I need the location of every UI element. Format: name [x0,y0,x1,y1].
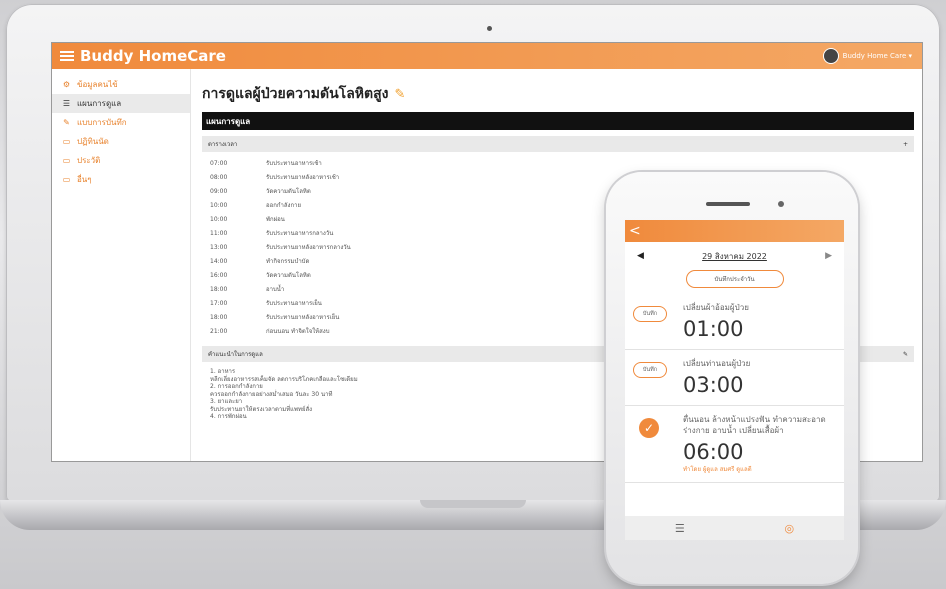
sidebar-item-label: อื่นๆ [77,175,92,184]
schedule-task: พักผ่อน [266,216,285,223]
schedule-time: 11:00 [210,229,228,237]
hamburger-menu-icon[interactable] [60,51,74,61]
clock-nav-icon[interactable]: ◎ [785,522,795,535]
task-time: 06:00 [683,440,744,464]
schedule-task: ก่อนนอน ทำจิตใจให้สงบ [266,328,330,335]
calendar-icon: ▭ [62,137,71,146]
notes-heading-label: คำแนะนำในการดูแล [208,351,263,358]
laptop-camera [487,26,492,31]
sidebar-item-label: ประวัติ [77,156,101,165]
list-icon: ☰ [62,99,71,108]
current-date[interactable]: 29 สิงหาคม 2022 [702,250,767,263]
schedule-task: อาบน้ำ [266,286,285,293]
schedule-time: 07:00 [210,159,228,167]
schedule-task: รับประทานยาหลังอาหารเช้า [266,174,340,181]
check-icon: ✓ [639,418,659,438]
schedule-task: รับประทานยาหลังอาหารเย็น [266,314,340,321]
schedule-task: วัดความดันโลหิต [266,272,311,279]
schedule-task: รับประทานอาหารเย็น [266,300,322,307]
gear-icon: ⚙ [62,80,71,89]
back-icon[interactable]: < [629,223,641,239]
phone-camera [778,201,784,207]
phone-screen: < ◀ 29 สิงหาคม 2022 ▶ บันทึกประจำวัน บัน… [625,220,844,540]
history-icon: ▭ [62,156,71,165]
edit-notes-icon[interactable]: ✎ [903,351,908,358]
bottom-nav: ☰ ◎ [625,516,844,540]
schedule-time: 10:00 [210,201,228,209]
schedule-time: 21:00 [210,327,228,335]
record-task-button[interactable]: บันทึก [633,306,667,322]
sidebar-item-label: ข้อมูลคนไข้ [77,80,118,89]
sidebar-item[interactable]: ⚙ ข้อมูลคนไข้ [52,75,190,94]
task-card[interactable]: บันทึก เปลี่ยนผ้าอ้อมผู้ป่วย 01:00 [625,294,844,350]
task-title: เปลี่ยนผ้าอ้อมผู้ป่วย [683,303,749,312]
schedule-time: 17:00 [210,299,228,307]
schedule-time: 10:00 [210,215,228,223]
sidebar-item[interactable]: ▭ ปฏิทินนัด [52,132,190,151]
task-time: 01:00 [683,317,744,341]
schedule-task: รับประทานยาหลังอาหารกลางวัน [266,244,351,251]
sidebar: ⚙ ข้อมูลคนไข้ ☰ แผนการดูแล ✎ แบบการบันทึก ▭ ปฏิ… [52,69,191,461]
schedule-time: 14:00 [210,257,228,265]
more-icon: ▭ [62,175,71,184]
avatar [822,48,839,64]
schedule-time: 09:00 [210,187,228,195]
sidebar-item-label: ปฏิทินนัด [77,137,109,146]
schedule-task: วัดความดันโลหิต [266,188,311,195]
sidebar-item-label: แผนการดูแล [77,99,122,108]
section-bar: แผนการดูแล [202,112,914,130]
task-card[interactable]: ✓ ตื่นนอน ล้างหน้าแปรงฟัน ทำความสะอาดร่าง… [625,406,844,483]
schedule-time: 18:00 [210,285,228,293]
add-schedule-button[interactable]: + [903,141,908,148]
task-note: ทำโดย ผู้ดูแล สมศรี ดูแลดี [683,466,752,473]
daily-record-button[interactable]: บันทึกประจำวัน [685,270,784,288]
brand-title: Buddy HomeCare [80,47,226,65]
schedule-time: 16:00 [210,271,228,279]
sidebar-item[interactable]: ▭ ประวัติ [52,151,190,170]
list-nav-icon[interactable]: ☰ [675,522,685,535]
task-time: 03:00 [683,373,744,397]
page-title: การดูแลผู้ป่วยความดันโลหิตสูง ✎ [202,82,914,106]
next-day-icon[interactable]: ▶ [825,251,832,261]
laptop-notch [420,500,526,508]
schedule-time: 18:00 [210,313,228,321]
user-menu-label: Buddy Home Care ▾ [842,52,912,60]
record-task-button[interactable]: บันทึก [633,362,667,378]
schedule-heading-label: ตารางเวลา [208,141,238,148]
phone-speaker [706,202,750,206]
sidebar-item[interactable]: ✎ แบบการบันทึก [52,113,190,132]
app-topbar: Buddy HomeCare Buddy Home Care ▾ [52,43,922,69]
schedule-task: รับประทานอาหารกลางวัน [266,230,334,237]
prev-day-icon[interactable]: ◀ [637,251,644,261]
phone-header: < [625,220,844,242]
sidebar-item-label: แบบการบันทึก [77,118,127,127]
schedule-row: 07:00 รับประทานอาหารเช้า [202,156,914,170]
schedule-time: 13:00 [210,243,228,251]
phone: < ◀ 29 สิงหาคม 2022 ▶ บันทึกประจำวัน บัน… [606,172,858,584]
task-title: ตื่นนอน ล้างหน้าแปรงฟัน ทำความสะอาดร่างก… [683,415,826,435]
page-title-text: การดูแลผู้ป่วยความดันโลหิตสูง [202,86,389,102]
edit-icon: ✎ [63,118,70,127]
task-card[interactable]: บันทึก เปลี่ยนท่านอนผู้ป่วย 03:00 [625,350,844,406]
schedule-task: ออกกำลังกาย [266,202,301,209]
user-menu[interactable]: Buddy Home Care ▾ [822,48,912,64]
schedule-time: 08:00 [210,173,228,181]
date-navigator: ◀ 29 สิงหาคม 2022 ▶ [625,242,844,270]
task-list: บันทึก เปลี่ยนผ้าอ้อมผู้ป่วย 01:00 บันทึก เป… [625,294,844,483]
sidebar-item[interactable]: ▭ อื่นๆ [52,170,190,189]
schedule-heading: ตารางเวลา + [202,136,914,152]
schedule-task: รับประทานอาหารเช้า [266,160,322,167]
pencil-icon[interactable]: ✎ [394,87,405,102]
schedule-task: ทำกิจกรรมบำบัด [266,258,310,265]
task-title: เปลี่ยนท่านอนผู้ป่วย [683,359,751,368]
sidebar-item[interactable]: ☰ แผนการดูแล [52,94,190,113]
